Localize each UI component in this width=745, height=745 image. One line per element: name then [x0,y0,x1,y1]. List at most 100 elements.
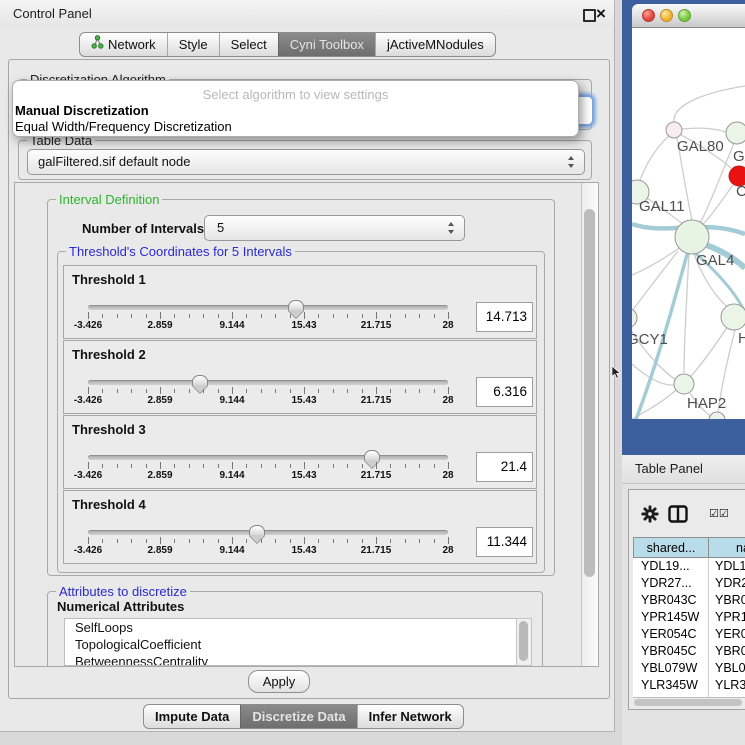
attribute-list-item[interactable]: SelfLoops [65,619,517,636]
slider-tick [160,312,161,319]
threshold-label: Threshold 1 [72,272,146,287]
table-rows: YDL19...YDL1YDR27...YDR2YBR043CYBR0YPR14… [633,558,745,697]
scrollbar-thumb[interactable] [634,699,742,706]
network-node[interactable] [632,308,637,328]
cell-name: YER0 [709,626,745,643]
attribute-list-item[interactable]: BetweennessCentrality [65,653,517,666]
slider-tick [419,539,420,543]
slider-thumb[interactable] [249,525,265,536]
zoom-traffic-light[interactable] [678,9,691,22]
slider-tick [448,312,449,319]
slider-thumb[interactable] [364,450,380,461]
tab-network[interactable]: Network [80,33,167,56]
scrollbar-thumb[interactable] [519,621,528,661]
network-node[interactable] [726,122,745,144]
threshold-value-field[interactable]: 21.4 [476,452,533,482]
tab-cyni-toolbox[interactable]: Cyni Toolbox [278,33,375,56]
slider-scale-label: 21.715 [361,320,392,331]
slider-tick [290,389,291,393]
slider-tick [290,314,291,318]
network-tab-icon [91,33,104,56]
close-traffic-light[interactable] [642,9,655,22]
table-row[interactable]: YPR145WYPR1 [633,609,745,626]
tab-impute-data[interactable]: Impute Data [144,705,240,728]
select-columns-icons[interactable]: ☑☑ [709,507,729,520]
threshold-value-field[interactable]: 14.713 [476,302,533,332]
numerical-attributes-list: SelfLoopsTopologicalCoefficientBetweenne… [64,618,518,666]
slider-thumb[interactable] [192,375,208,386]
threshold-label: Threshold 2 [72,347,146,362]
slider-tick [318,539,319,543]
slider-tick [102,389,103,393]
table-row[interactable]: YDR27...YDR2 [633,575,745,592]
apply-button[interactable]: Apply [248,670,310,693]
table-row[interactable]: YDL19...YDL1 [633,558,745,575]
window-title: Control Panel [13,0,92,27]
slider-track[interactable] [88,380,448,385]
gear-icon[interactable] [641,505,659,528]
popup-option-equal-width-frequency[interactable]: Equal Width/Frequency Discretization [15,119,232,134]
column-header-name[interactable]: na [708,537,745,558]
slider-tick [376,387,377,394]
network-node[interactable] [709,412,725,419]
table-data-combobox[interactable]: galFiltered.sif default node [27,149,585,175]
slider-tick [232,387,233,394]
slider-thumb[interactable] [288,300,304,311]
slider-track[interactable] [88,455,448,460]
close-icon[interactable]: × [596,3,606,24]
node-label: GCY1 [632,331,668,348]
slider-tick [405,314,406,318]
slider-tick [290,464,291,468]
pane-vertical-scrollbar [581,183,598,666]
threshold-value-field[interactable]: 6.316 [476,377,533,407]
network-node[interactable] [721,304,745,330]
table-row[interactable]: YBR045CYBR0 [633,643,745,660]
slider-scale-label: -3.426 [74,545,102,556]
slider-tick [117,389,118,393]
column-header-shared-name[interactable]: shared... [633,537,709,558]
tab-jactivemnodules[interactable]: jActiveMNodules [375,33,495,56]
slider-ruler [88,312,448,320]
slider-scale-label: 2.859 [147,470,172,481]
slider-tick [189,314,190,318]
number-of-intervals-combobox[interactable]: 5 [204,215,465,241]
float-window-icon[interactable] [583,9,596,22]
cell-shared-name: YLR345W [633,677,709,694]
table-row[interactable]: YER054CYER0 [633,626,745,643]
table-data-group: Table Data galFiltered.sif default node [18,140,592,180]
tab-discretize-data[interactable]: Discretize Data [240,705,356,728]
tab-select[interactable]: Select [219,33,278,56]
slider-scale: -3.4262.8599.14415.4321.71528 [88,545,448,558]
slider-tick [232,537,233,544]
slider-scale-label: 2.859 [147,545,172,556]
scrollbar-thumb[interactable] [584,209,595,577]
network-canvas[interactable]: GAL80GACGAL11GAL4GCY1HHAP2 [632,28,745,419]
slider-tick [333,314,334,318]
attribute-list-item[interactable]: TopologicalCoefficient [65,636,517,653]
slider-tick [117,314,118,318]
table-row[interactable]: YBR043CYBR0 [633,592,745,609]
tab-style[interactable]: Style [167,33,219,56]
slider-tick [390,464,391,468]
slider-track[interactable] [88,530,448,535]
tab-infer-network[interactable]: Infer Network [357,705,463,728]
slider-tick [102,539,103,543]
slider-tick [304,387,305,394]
table-panel-titlebar: Table Panel [622,455,745,484]
slider-tick [390,314,391,318]
threshold-value-field[interactable]: 11.344 [476,527,533,557]
table-row[interactable]: YLR345WYLR3 [633,677,745,694]
split-panel-icon[interactable] [668,505,688,528]
popup-option-manual-discretization[interactable]: Manual Discretization [15,103,149,118]
network-node[interactable] [674,374,694,394]
minimize-traffic-light[interactable] [660,9,673,22]
slider-tick [448,387,449,394]
network-window-titlebar[interactable] [632,4,745,28]
slider-tick [376,462,377,469]
slider-tick [275,464,276,468]
slider-tick [448,462,449,469]
network-node[interactable] [675,220,709,254]
table-row[interactable]: YBL079WYBL0 [633,660,745,677]
network-node[interactable] [666,122,682,138]
slider-track[interactable] [88,305,448,310]
